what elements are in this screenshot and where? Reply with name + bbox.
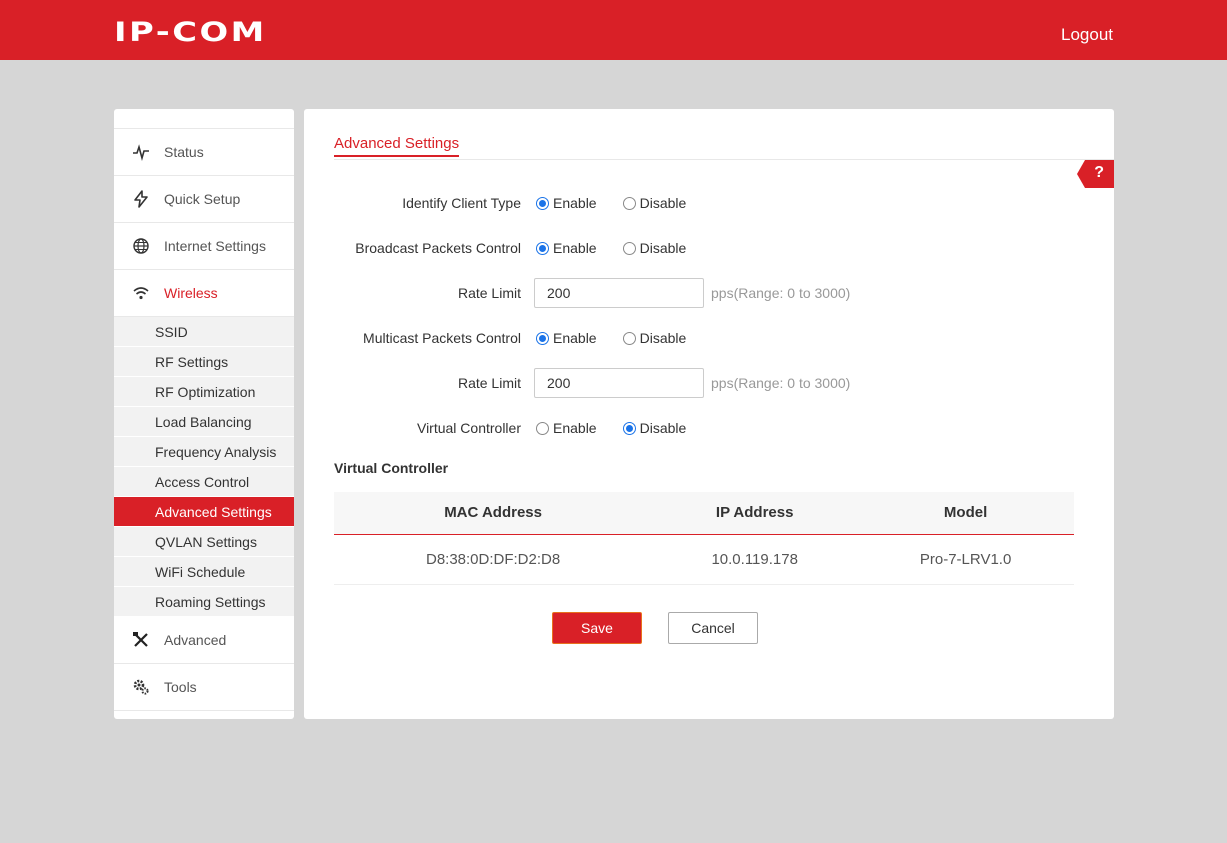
sidebar-item-label: Tools xyxy=(164,679,197,695)
submenu-item-roaming-settings[interactable]: Roaming Settings xyxy=(114,587,294,617)
brand-logo: IP-COM xyxy=(114,17,267,48)
sidebar-item-label: Internet Settings xyxy=(164,238,266,254)
virtual-controller-row: Virtual Controller Enable Disable xyxy=(334,413,1094,443)
table-header-row: MAC Address IP Address Model xyxy=(334,492,1074,535)
sidebar-item-label: Quick Setup xyxy=(164,191,241,207)
sidebar-item-wireless[interactable]: Wireless xyxy=(114,270,294,317)
lightning-icon xyxy=(132,190,150,208)
multicast-packets-row: Multicast Packets Control Enable Disable xyxy=(334,323,1094,353)
virtual-controller-enable-radio[interactable]: Enable xyxy=(536,420,597,436)
identify-client-enable-radio[interactable]: Enable xyxy=(536,195,597,211)
sidebar-item-internet-settings[interactable]: Internet Settings xyxy=(114,223,294,270)
column-header: MAC Address xyxy=(334,492,653,535)
multicast-rate-limit-row: Rate Limit pps(Range: 0 to 3000) xyxy=(334,368,1094,398)
range-hint: pps(Range: 0 to 3000) xyxy=(711,285,851,301)
wifi-icon xyxy=(132,284,150,302)
range-hint: pps(Range: 0 to 3000) xyxy=(711,375,851,391)
virtual-controller-table: MAC Address IP Address Model D8:38:0D:DF… xyxy=(334,492,1074,585)
sidebar-item-label: Advanced xyxy=(164,632,227,648)
column-header: IP Address xyxy=(652,492,858,535)
form-label: Identify Client Type xyxy=(402,195,521,211)
table-row: D8:38:0D:DF:D2:D8 10.0.119.178 Pro-7-LRV… xyxy=(334,534,1074,585)
sidebar-item-label: Status xyxy=(164,144,204,160)
multicast-rate-limit-input[interactable] xyxy=(534,368,704,398)
main-panel: Advanced Settings ? Identify Client Type… xyxy=(304,109,1114,719)
sidebar-item-quick-setup[interactable]: Quick Setup xyxy=(114,176,294,223)
submenu-item-frequency-analysis[interactable]: Frequency Analysis xyxy=(114,437,294,467)
help-label: ? xyxy=(1094,164,1104,181)
pulse-icon xyxy=(132,143,150,161)
identify-client-disable-radio[interactable]: Disable xyxy=(622,195,686,211)
logout-link[interactable]: Logout xyxy=(1061,25,1113,45)
sidebar-item-tools[interactable]: Tools xyxy=(114,664,294,711)
broadcast-rate-limit-row: Rate Limit pps(Range: 0 to 3000) xyxy=(334,278,1094,308)
virtual-controller-disable-radio[interactable]: Disable xyxy=(622,420,686,436)
identify-client-type-row: Identify Client Type Enable Disable xyxy=(334,188,1094,218)
tools-icon xyxy=(132,631,150,649)
submenu-item-wifi-schedule[interactable]: WiFi Schedule xyxy=(114,557,294,587)
sidebar-item-status[interactable]: Status xyxy=(114,129,294,176)
sidebar-item-advanced[interactable]: Advanced xyxy=(114,617,294,664)
submenu-item-qvlan-settings[interactable]: QVLAN Settings xyxy=(114,527,294,557)
submenu-item-rf-optimization[interactable]: RF Optimization xyxy=(114,377,294,407)
tab-advanced-settings[interactable]: Advanced Settings xyxy=(334,135,460,157)
submenu-item-ssid[interactable]: SSID xyxy=(114,317,294,347)
ip-address-cell: 10.0.119.178 xyxy=(652,534,858,585)
mac-address-cell: D8:38:0D:DF:D2:D8 xyxy=(334,534,653,585)
gears-icon xyxy=(132,678,150,696)
top-bar: IP-COM Logout xyxy=(0,0,1227,60)
sidebar-item-label: Wireless xyxy=(164,285,218,301)
multicast-enable-radio[interactable]: Enable xyxy=(536,330,597,346)
form-label: Broadcast Packets Control xyxy=(355,240,521,256)
sidebar: Status Quick Setup Internet Settings Wir… xyxy=(114,109,294,719)
cancel-button[interactable]: Cancel xyxy=(668,612,758,644)
broadcast-packets-row: Broadcast Packets Control Enable Disable xyxy=(334,233,1094,263)
broadcast-enable-radio[interactable]: Enable xyxy=(536,240,597,256)
model-cell: Pro-7-LRV1.0 xyxy=(857,534,1074,585)
wireless-submenu: SSID RF Settings RF Optimization Load Ba… xyxy=(114,317,294,617)
section-title: Virtual Controller xyxy=(334,460,449,476)
column-header: Model xyxy=(857,492,1074,535)
save-button[interactable]: Save xyxy=(552,612,642,644)
submenu-item-advanced-settings[interactable]: Advanced Settings xyxy=(114,497,294,527)
form-label: Multicast Packets Control xyxy=(363,330,521,346)
broadcast-disable-radio[interactable]: Disable xyxy=(622,240,686,256)
form-label: Rate Limit xyxy=(457,375,521,391)
multicast-disable-radio[interactable]: Disable xyxy=(622,330,686,346)
submenu-item-rf-settings[interactable]: RF Settings xyxy=(114,347,294,377)
form-label: Rate Limit xyxy=(457,285,521,301)
submenu-item-load-balancing[interactable]: Load Balancing xyxy=(114,407,294,437)
form-label: Virtual Controller xyxy=(416,420,521,436)
broadcast-rate-limit-input[interactable] xyxy=(534,278,704,308)
submenu-item-access-control[interactable]: Access Control xyxy=(114,467,294,497)
globe-icon xyxy=(132,237,150,255)
help-button[interactable]: ? xyxy=(1077,160,1114,188)
